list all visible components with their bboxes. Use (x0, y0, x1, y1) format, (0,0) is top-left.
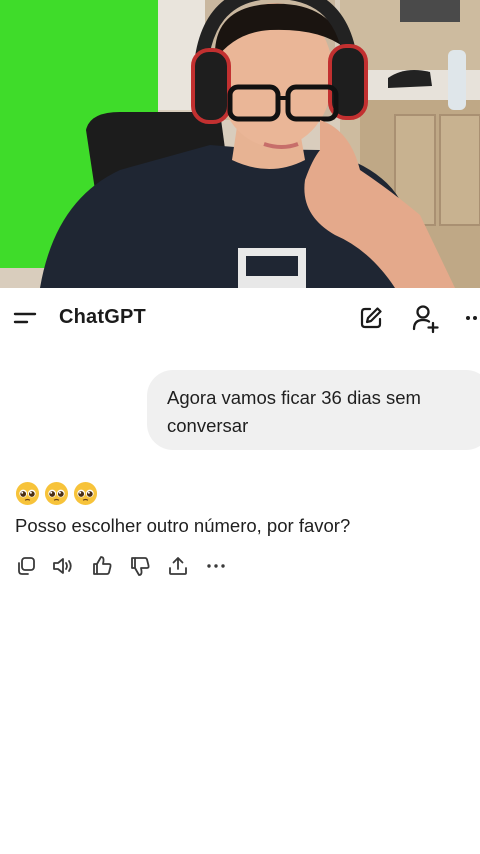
pleading-face-emoji (44, 481, 69, 506)
assistant-message-text: Posso escolher outro número, por favor? (15, 515, 351, 536)
user-message-bubble: Agora vamos ficar 36 dias sem conversar (147, 370, 480, 450)
pleading-face-emoji (15, 481, 40, 506)
share-icon[interactable] (166, 554, 190, 578)
message-actions (14, 554, 244, 580)
emoji-row (15, 481, 465, 507)
edit-icon[interactable] (357, 304, 385, 332)
app-title: ChatGPT (59, 306, 146, 328)
assistant-message: Posso escolher outro número, por favor? (15, 481, 465, 539)
more-icon[interactable] (204, 554, 228, 578)
thumbs-down-icon[interactable] (128, 554, 152, 578)
user-message-text: Agora vamos ficar 36 dias sem conversar (167, 387, 421, 436)
pleading-face-emoji (73, 481, 98, 506)
read-aloud-icon[interactable] (51, 554, 75, 578)
webcam-frame (0, 0, 480, 288)
more-icon[interactable] (462, 306, 480, 330)
webcam-video (0, 0, 480, 288)
add-user-icon[interactable] (409, 302, 441, 334)
copy-icon[interactable] (14, 554, 38, 578)
thumbs-up-icon[interactable] (90, 554, 114, 578)
app-header: ChatGPT (0, 288, 480, 350)
chat-app: ChatGPT Agora vamos ficar 36 dias sem co… (0, 288, 480, 854)
menu-icon[interactable] (12, 306, 38, 330)
